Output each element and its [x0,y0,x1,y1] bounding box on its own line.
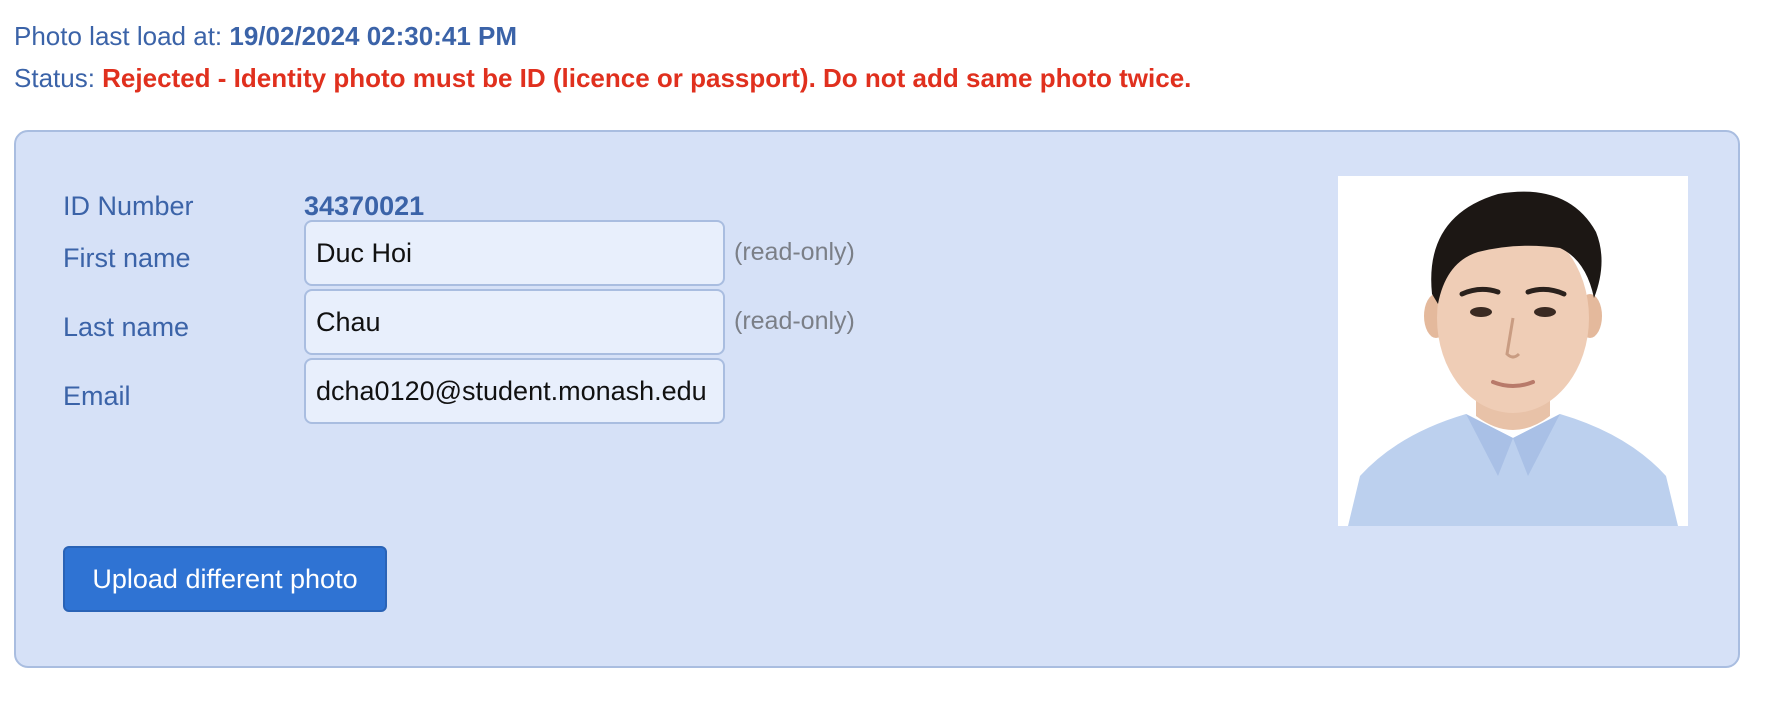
last-name-label: Last name [63,312,190,342]
last-name-field[interactable] [304,289,725,355]
photo-last-load-date: 19/02/2024 02:30:41 PM [229,21,518,51]
email-label: Email [63,381,131,411]
identity-panel: ID Number 34370021 First name (read-only… [14,130,1740,668]
photo-last-load-label: Photo last load at: [14,21,230,51]
upload-different-photo-button[interactable]: Upload different photo [63,546,387,612]
last-name-readonly-note: (read-only) [734,307,855,335]
identity-photo [1338,176,1688,526]
id-number-label: ID Number [63,191,194,221]
status-message: Rejected - Identity photo must be ID (li… [102,63,1192,93]
email-field[interactable] [304,358,725,424]
first-name-field[interactable] [304,220,725,286]
portrait-image [1338,176,1688,526]
first-name-label: First name [63,243,191,273]
status-label: Status: [14,63,103,93]
photo-id-page: Photo last load at: 19/02/2024 02:30:41 … [0,0,1768,712]
first-name-readonly-note: (read-only) [734,238,855,266]
status-line: Status: Rejected - Identity photo must b… [14,62,1191,94]
photo-last-load-line: Photo last load at: 19/02/2024 02:30:41 … [14,20,517,52]
id-number-value: 34370021 [304,191,425,221]
